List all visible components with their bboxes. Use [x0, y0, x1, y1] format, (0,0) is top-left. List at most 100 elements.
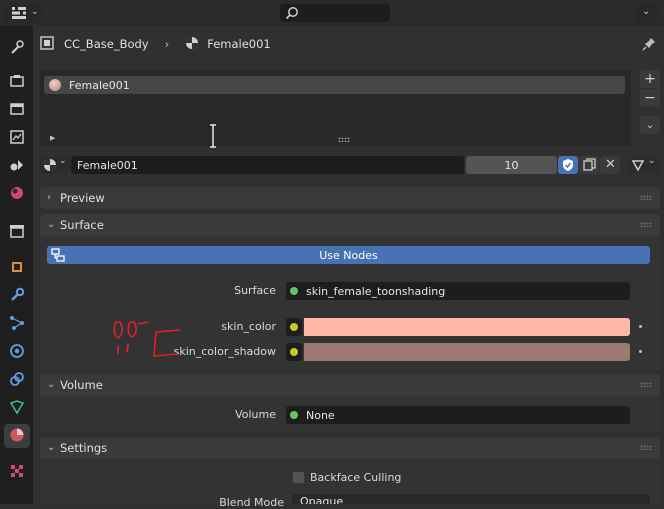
- slot-specials-button[interactable]: ⌄: [640, 116, 660, 134]
- shield-icon: [562, 158, 574, 175]
- wrench-icon: [9, 287, 25, 306]
- tab-view-layer[interactable]: [4, 126, 30, 150]
- panel-grip[interactable]: [640, 445, 652, 450]
- scene-icon: [9, 157, 25, 176]
- fake-user-toggle[interactable]: [558, 156, 578, 174]
- color-socket-icon: [290, 348, 298, 356]
- search-icon: [285, 6, 299, 23]
- volume-value: None: [306, 408, 335, 422]
- blend-mode-value: Opaque: [300, 495, 344, 504]
- panel-title: Preview: [60, 191, 105, 205]
- tab-texture[interactable]: [4, 460, 30, 484]
- browse-material-button[interactable]: ⌄: [40, 156, 70, 174]
- panel-settings-header[interactable]: ⌄ Settings: [40, 437, 660, 459]
- tab-constraints[interactable]: [4, 368, 30, 392]
- volume-shader-field[interactable]: None: [286, 406, 630, 424]
- tab-modifiers[interactable]: [4, 284, 30, 308]
- chevron-down-icon: ⌄: [31, 7, 39, 17]
- tab-tool[interactable]: [4, 36, 30, 60]
- keyframe-dot[interactable]: [639, 325, 642, 328]
- use-nodes-button[interactable]: Use Nodes: [47, 246, 650, 264]
- play-icon[interactable]: ▶: [50, 134, 55, 142]
- duplicate-material-button[interactable]: [579, 156, 599, 174]
- tab-collection[interactable]: [4, 220, 30, 244]
- skin-color-socket[interactable]: [286, 318, 302, 336]
- panel-grip[interactable]: [640, 195, 652, 200]
- particles-icon: [9, 315, 25, 334]
- skin-color-shadow-socket[interactable]: [286, 343, 302, 361]
- skin-color-shadow-swatch[interactable]: [304, 343, 630, 361]
- chevron-down-icon: ⌄: [645, 119, 655, 131]
- search-input[interactable]: [280, 4, 390, 22]
- copy-icon: [583, 158, 596, 174]
- options-menu-button[interactable]: ⌄: [636, 3, 658, 23]
- skin-color-swatch[interactable]: [304, 318, 630, 336]
- backface-culling-label: Backface Culling: [310, 471, 402, 484]
- backface-culling-checkbox[interactable]: [293, 472, 304, 483]
- chevron-right-icon: ›: [164, 37, 170, 51]
- remove-slot-button[interactable]: −: [640, 89, 660, 107]
- output-icon: [9, 101, 25, 120]
- material-sphere-icon: [43, 158, 57, 175]
- material-users-count[interactable]: 10: [466, 156, 557, 174]
- keyframe-dot[interactable]: [639, 350, 642, 353]
- world-icon: [9, 185, 25, 204]
- panel-title: Settings: [60, 441, 108, 455]
- list-item[interactable]: Female001: [44, 76, 625, 94]
- text-cursor-icon: [210, 124, 216, 151]
- panel-surface-header[interactable]: ⌄ Surface: [40, 214, 660, 236]
- constraints-icon: [9, 371, 25, 390]
- use-nodes-label: Use Nodes: [319, 248, 378, 262]
- material-sphere-icon: [185, 36, 199, 53]
- link-type-dropdown[interactable]: ⌄: [628, 156, 660, 174]
- link-mesh-icon: [631, 158, 645, 175]
- editor-type-button[interactable]: ⌄: [4, 3, 42, 23]
- material-icon: [9, 427, 25, 446]
- color-socket-icon: [290, 323, 298, 331]
- unlink-material-button[interactable]: ✕: [600, 156, 620, 174]
- volume-label: Volume: [235, 408, 276, 421]
- tab-object[interactable]: [4, 256, 30, 280]
- pin-icon[interactable]: [642, 37, 656, 54]
- chevron-down-icon: ⌄: [47, 219, 56, 230]
- tab-physics[interactable]: [4, 340, 30, 364]
- render-icon: [9, 73, 25, 92]
- material-name-field[interactable]: Female001: [71, 156, 464, 174]
- tab-particles[interactable]: [4, 312, 30, 336]
- material-preview-icon: [49, 79, 61, 91]
- red-annotation-scribble: [113, 321, 181, 357]
- shader-socket-icon: [290, 287, 298, 295]
- surface-shader-field[interactable]: skin_female_toonshading: [286, 282, 630, 300]
- blend-mode-label: Blend Mode: [219, 496, 284, 509]
- shader-socket-icon: [290, 411, 298, 419]
- panel-preview-header[interactable]: › Preview: [40, 187, 660, 209]
- breadcrumb-object: CC_Base_Body: [64, 37, 149, 51]
- list-resize-grip[interactable]: [338, 137, 350, 142]
- panel-grip[interactable]: [640, 382, 652, 387]
- tab-render[interactable]: [4, 70, 30, 94]
- properties-editor-icon: [12, 7, 26, 22]
- node-tree-icon: [51, 248, 65, 265]
- chevron-right-icon: ›: [47, 192, 51, 203]
- tab-data[interactable]: [4, 396, 30, 420]
- tab-scene[interactable]: [4, 154, 30, 178]
- users-count: 10: [504, 158, 519, 172]
- texture-icon: [9, 463, 25, 482]
- chevron-down-icon: ⌄: [642, 6, 651, 17]
- tab-material[interactable]: [4, 424, 30, 448]
- view-layer-icon: [9, 129, 25, 148]
- panel-volume-header[interactable]: ⌄ Volume: [40, 374, 660, 396]
- material-name: Female001: [77, 158, 138, 172]
- panel-grip[interactable]: [640, 222, 652, 227]
- add-slot-button[interactable]: +: [640, 70, 660, 88]
- tool-icon: [9, 39, 25, 58]
- tab-output[interactable]: [4, 98, 30, 122]
- breadcrumb: CC_Base_Body › Female001: [40, 35, 271, 53]
- chevron-down-icon: ⌄: [59, 156, 67, 166]
- blend-mode-dropdown[interactable]: Opaque: [292, 494, 650, 504]
- tab-world[interactable]: [4, 182, 30, 206]
- breadcrumb-material: Female001: [207, 37, 271, 51]
- chevron-down-icon: ⌄: [47, 379, 56, 390]
- minus-icon: −: [644, 90, 656, 106]
- object-icon: [9, 259, 25, 278]
